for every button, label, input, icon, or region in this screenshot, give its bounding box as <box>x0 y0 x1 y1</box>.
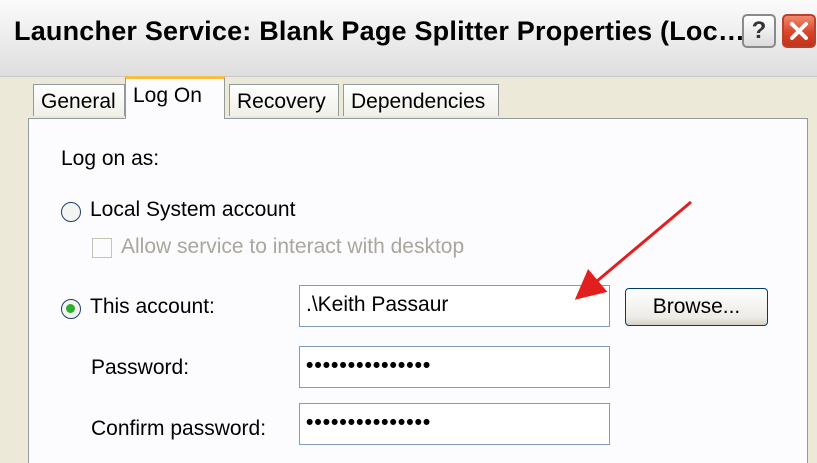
local-system-label[interactable]: Local System account <box>90 198 295 222</box>
tab-general[interactable]: General <box>33 84 125 116</box>
browse-button[interactable]: Browse... <box>625 288 768 326</box>
tab-dependencies[interactable]: Dependencies <box>343 84 499 116</box>
close-button[interactable] <box>782 14 816 48</box>
tab-log-on[interactable]: Log On <box>125 76 225 119</box>
this-account-label[interactable]: This account: <box>90 295 215 319</box>
interact-desktop-checkbox[interactable] <box>92 238 112 258</box>
window-title: Launcher Service: Blank Page Splitter Pr… <box>14 16 746 46</box>
interact-desktop-label: Allow service to interact with desktop <box>121 235 465 258</box>
password-value: ••••••••••••••• <box>306 354 432 377</box>
log-on-as-label: Log on as: <box>61 147 160 170</box>
close-icon <box>790 22 808 40</box>
password-label: Password: <box>91 356 190 379</box>
help-icon: ? <box>751 17 767 44</box>
tab-strip: General Log On Recovery Dependencies <box>28 76 808 119</box>
title-bar[interactable]: Launcher Service: Blank Page Splitter Pr… <box>0 0 817 77</box>
tab-recovery[interactable]: Recovery <box>229 84 339 116</box>
browse-label: Browse... <box>652 295 741 318</box>
help-button[interactable]: ? <box>742 14 776 48</box>
this-account-radio[interactable] <box>61 299 81 319</box>
password-input[interactable]: ••••••••••••••• <box>299 346 610 388</box>
log-on-panel: Log on as: Local System account Allow se… <box>28 118 808 463</box>
account-input[interactable]: .\Keith Passaur <box>299 285 610 327</box>
confirm-password-label: Confirm password: <box>91 417 267 440</box>
local-system-radio[interactable] <box>61 202 81 222</box>
radio-selected-dot <box>66 304 75 313</box>
confirm-password-input[interactable]: ••••••••••••••• <box>299 403 610 445</box>
confirm-password-value: ••••••••••••••• <box>306 411 432 434</box>
account-value: .\Keith Passaur <box>306 293 449 316</box>
